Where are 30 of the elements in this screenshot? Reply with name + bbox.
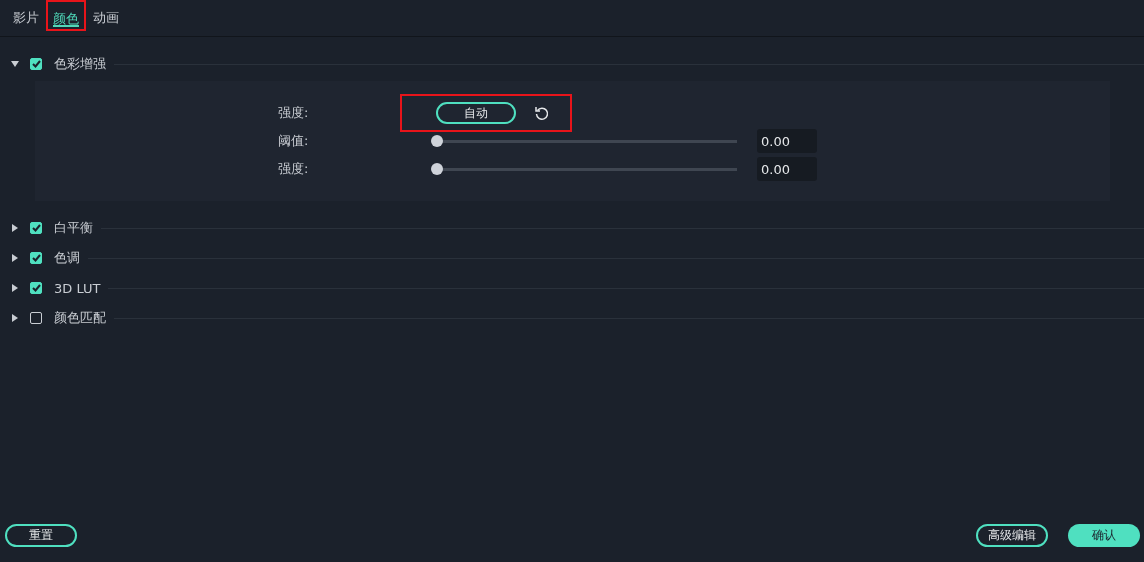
checkbox[interactable]: [30, 222, 42, 234]
expanded-arrow-icon[interactable]: [10, 59, 20, 69]
reset-button[interactable]: 重置: [5, 524, 77, 547]
section-title: 色调: [54, 249, 80, 267]
value-field[interactable]: 0.00: [757, 129, 817, 153]
advanced-edit-button[interactable]: 高级编辑: [976, 524, 1048, 547]
collapsed-arrow-icon[interactable]: [10, 283, 20, 293]
collapsed-arrow-icon[interactable]: [10, 223, 20, 233]
slider-thumb[interactable]: [431, 135, 443, 147]
section-title: 色彩增强: [54, 55, 106, 73]
checkbox[interactable]: [30, 58, 42, 70]
field-label: 阈值:: [278, 132, 310, 150]
auto-button[interactable]: 自动: [436, 102, 516, 124]
value-field[interactable]: 0.00: [757, 157, 817, 181]
checkbox[interactable]: [30, 282, 42, 294]
field-label: 强度:: [278, 104, 310, 122]
section-title: 3D LUT: [54, 280, 101, 296]
section-title: 颜色匹配: [54, 309, 106, 327]
collapsed-arrow-icon[interactable]: [10, 253, 20, 263]
reset-icon[interactable]: [534, 105, 550, 121]
checkbox[interactable]: [30, 252, 42, 264]
confirm-button[interactable]: 确认: [1068, 524, 1140, 547]
tab[interactable]: 影片: [6, 0, 46, 30]
slider-thumb[interactable]: [431, 163, 443, 175]
checkbox[interactable]: [30, 312, 42, 324]
tab[interactable]: 动画: [86, 0, 126, 30]
tab[interactable]: 颜色: [46, 0, 86, 31]
field-label: 强度:: [278, 160, 310, 178]
section-title: 白平衡: [54, 219, 93, 237]
collapsed-arrow-icon[interactable]: [10, 313, 20, 323]
